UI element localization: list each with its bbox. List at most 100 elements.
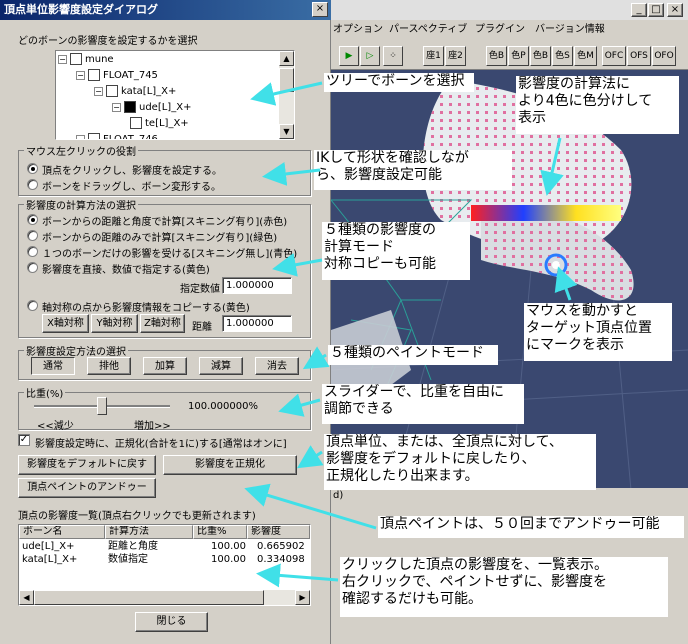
calc-method-title: 影響度の計算方法の選択: [24, 197, 138, 212]
tree-node[interactable]: te[L]_X+: [58, 116, 278, 132]
bone-icon: [106, 85, 118, 97]
tool-dots-icon[interactable]: ⁘: [383, 46, 403, 66]
callout-tree-text: ツリーでボーンを選択: [326, 73, 465, 89]
minimize-icon[interactable]: _: [631, 3, 647, 17]
dialog-close-button[interactable]: 閉じる: [135, 612, 208, 632]
scroll-up-icon[interactable]: ▲: [279, 51, 294, 66]
tree-expander-icon[interactable]: −: [112, 102, 121, 112]
paint-exclusive-button[interactable]: 排他: [87, 357, 131, 375]
tool-coord1-button[interactable]: 座1: [423, 46, 444, 66]
radio-drag-bone[interactable]: [27, 179, 38, 190]
bone-tree[interactable]: − mune − FLOAT_745− kata[L]_X+ − ude[L]_X+ te[L…: [55, 50, 295, 140]
callout-default: 頂点単位、または、全頂点に対して、 影響度をデフォルトに戻したり、 正規化したり…: [324, 434, 596, 490]
tree-node-label: te[L]_X+: [145, 118, 189, 129]
tree-expander-icon[interactable]: −: [76, 70, 85, 80]
z-symmetry-button[interactable]: Z軸対称: [140, 314, 185, 333]
callout-default-line2: 影響度をデフォルトに戻したり、: [326, 451, 536, 467]
radio-calc-numeric-label: 影響度を直接、数値で指定する(黄色): [42, 265, 210, 276]
tool-play-outline-icon[interactable]: ▷: [360, 46, 380, 66]
paint-normal-button[interactable]: 通常: [31, 357, 75, 375]
bone-icon: [124, 101, 136, 113]
tree-node-label: kata[L]_X+: [121, 86, 177, 97]
tool-color-b-button[interactable]: 色B: [486, 46, 507, 66]
tree-expander-icon[interactable]: −: [94, 86, 103, 96]
callout-default-line3: 正規化したり出来ます。: [326, 468, 479, 484]
menubar: オプション パースペクティブ プラグイン バージョン情報: [331, 20, 688, 40]
close-icon[interactable]: ×: [312, 2, 328, 17]
tree-node[interactable]: − FLOAT_745: [58, 68, 278, 84]
list-header-bone[interactable]: ボーン名: [19, 525, 105, 539]
weight-list[interactable]: ボーン名 計算方法 比重% 影響度 ude[L]_X+ 距離と角度 100.00…: [18, 524, 311, 606]
paint-add-button[interactable]: 加算: [143, 357, 187, 375]
tree-scrollbar[interactable]: ▲ ▼: [279, 51, 294, 139]
radio-calc-single-bone[interactable]: [27, 246, 38, 257]
cell-weight: 0.334098: [257, 554, 305, 565]
tree-node[interactable]: − kata[L]_X+: [58, 84, 278, 100]
status-text: d): [333, 490, 344, 501]
normalize-button[interactable]: 影響度を正規化: [163, 455, 297, 475]
y-symmetry-button[interactable]: Y軸対称: [91, 314, 138, 333]
tool-play-icon[interactable]: ▶: [339, 46, 359, 66]
dialog-titlebar: 頂点単位影響度設定ダイアログ: [0, 0, 331, 20]
tree-node[interactable]: − mune: [58, 52, 278, 68]
list-header-method[interactable]: 計算方法: [105, 525, 193, 539]
x-symmetry-button[interactable]: X軸対称: [42, 314, 89, 333]
tree-expander-icon[interactable]: −: [76, 134, 85, 139]
weight-dialog: 頂点単位影響度設定ダイアログ × どのボーンの影響度を設定するかを選択 − mun…: [0, 0, 331, 644]
radio-calc-symmetry-copy[interactable]: [27, 300, 38, 311]
tree-node[interactable]: − ude[L]_X+: [58, 100, 278, 116]
tree-expander-icon[interactable]: −: [58, 54, 67, 64]
callout-slider-line2: 調節できる: [324, 401, 394, 417]
weight-slider-thumb[interactable]: [97, 397, 107, 415]
radio-calc-single-bone-label: １つのボーンだけの影響を受ける[スキニング無し](青色): [42, 249, 298, 260]
callout-paint-text: ５種類のペイントモード: [330, 345, 484, 361]
callout-list-line3: 確認するだけも可能。: [342, 591, 482, 607]
tool-color-m-button[interactable]: 色M: [574, 46, 597, 66]
distance-label: 距離: [192, 322, 212, 333]
tool-color-p-button[interactable]: 色P: [508, 46, 529, 66]
weight-title: 比重(%): [24, 385, 66, 400]
normalize-checkbox[interactable]: ✓: [18, 434, 30, 446]
tool-color-s-button[interactable]: 色S: [552, 46, 573, 66]
scroll-left-icon[interactable]: ◀: [19, 590, 34, 605]
tool-color-b2-button[interactable]: 色B: [530, 46, 551, 66]
maximize-icon[interactable]: □: [648, 3, 664, 17]
tool-coord2-button[interactable]: 座2: [445, 46, 466, 66]
menu-perspective[interactable]: パースペクティブ: [389, 20, 467, 40]
tool-ofo-button[interactable]: OFO: [652, 46, 676, 66]
scroll-thumb[interactable]: [279, 68, 294, 92]
weight-list-label: 頂点の影響度一覧(頂点右クリックでも更新されます): [18, 511, 256, 522]
radio-click-vertex[interactable]: [27, 163, 38, 174]
distance-input[interactable]: 1.000000: [222, 315, 292, 332]
value-input[interactable]: 1.000000: [222, 277, 292, 294]
radio-calc-distance-angle[interactable]: [27, 214, 38, 225]
paint-erase-button[interactable]: 消去: [255, 357, 299, 375]
scroll-right-icon[interactable]: ▶: [295, 590, 310, 605]
menu-version[interactable]: バージョン情報: [535, 20, 605, 40]
tool-ofs-button[interactable]: OFS: [627, 46, 651, 66]
tree-node-label: FLOAT_746: [103, 134, 158, 140]
menu-plugin[interactable]: プラグイン: [475, 20, 525, 40]
paint-subtract-button[interactable]: 減算: [199, 357, 243, 375]
radio-calc-distance[interactable]: [27, 230, 38, 241]
list-header-weight[interactable]: 影響度: [247, 525, 310, 539]
weight-value: 100.000000%: [188, 401, 258, 412]
table-row[interactable]: kata[L]_X+ 数値指定 100.00 0.334098: [19, 553, 310, 566]
reset-default-button[interactable]: 影響度をデフォルトに戻す: [18, 455, 156, 475]
radio-calc-distance-angle-label: ボーンからの距離と角度で計算[スキニング有り](赤色): [42, 217, 288, 228]
hscroll-thumb[interactable]: [34, 590, 264, 605]
list-header-ratio[interactable]: 比重%: [193, 525, 247, 539]
list-hscrollbar[interactable]: ◀ ▶: [19, 590, 310, 605]
table-row[interactable]: ude[L]_X+ 距離と角度 100.00 0.665902: [19, 540, 310, 553]
vertex-paint-undo-button[interactable]: 頂点ペイントのアンドゥー: [18, 478, 156, 498]
cell-ratio: 100.00: [211, 541, 246, 552]
tree-node[interactable]: − FLOAT_746: [58, 132, 278, 140]
radio-calc-numeric[interactable]: [27, 262, 38, 273]
callout-tree: ツリーでボーンを選択: [324, 73, 474, 92]
window-close-icon[interactable]: ×: [667, 3, 683, 17]
callout-color-line3: 表示: [518, 110, 546, 126]
scroll-down-icon[interactable]: ▼: [279, 124, 294, 139]
tool-ofc-button[interactable]: OFC: [602, 46, 626, 66]
cell-bone: ude[L]_X+: [22, 541, 75, 552]
menu-options[interactable]: オプション: [333, 20, 383, 40]
